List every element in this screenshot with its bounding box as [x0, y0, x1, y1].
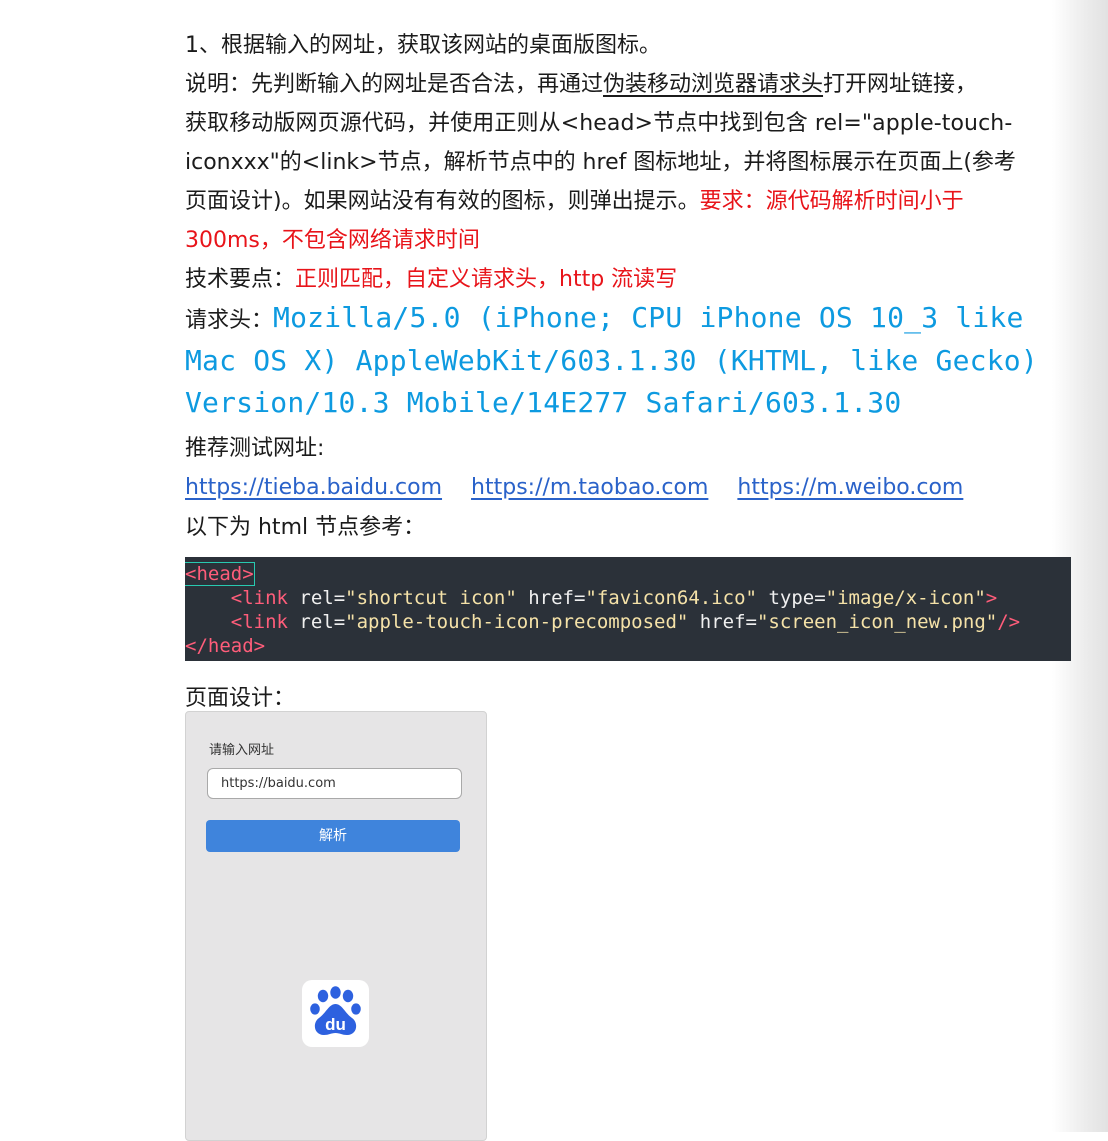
desc-line1-end: 打开网址链接， — [823, 72, 978, 97]
code-line-1: <head> — [185, 561, 255, 586]
test-url-taobao[interactable]: https://m.taobao.com — [471, 475, 708, 500]
ua-label: 请求头： — [185, 308, 274, 333]
description-line-1: 说明：先判断输入的网址是否合法，再通过伪装移动浏览器请求头打开网址链接， — [185, 65, 1071, 104]
ua-line-2: Mac OS X) AppleWebKit/603.1.30 (KHTML, l… — [185, 343, 1038, 377]
url-input[interactable]: https://baidu.com — [207, 768, 462, 799]
test-urls: https://tieba.baidu.com https://m.taobao… — [185, 468, 1071, 508]
tech-value: 正则匹配，自定义请求头，http 流读写 — [295, 267, 678, 292]
baidu-paw-svg: du — [310, 986, 361, 1035]
description-line-3: iconxxx"的<link>节点，解析节点中的 href 图标地址，并将图标展… — [185, 150, 1016, 175]
url-input-label: 请输入网址 — [209, 743, 275, 758]
desc-underlined-phrase: 伪装移动浏览器请求头 — [603, 72, 824, 97]
requirement-text: 要求：源代码解析时间小于 — [699, 189, 964, 214]
desc-line4-start: 页面设计)。如果网站没有有效的图标，则弹出提示。 — [185, 189, 700, 214]
test-url-tieba[interactable]: https://tieba.baidu.com — [185, 475, 442, 500]
baidu-paw-icon: du — [302, 980, 369, 1047]
phone-mockup: 请输入网址 https://baidu.com 解析 du — [185, 711, 487, 1141]
parse-button[interactable]: 解析 — [206, 820, 460, 852]
description-line-4: 页面设计)。如果网站没有有效的图标，则弹出提示。要求：源代码解析时间小于 — [185, 182, 1071, 221]
document-body: 1、根据输入的网址，获取该网站的桌面版图标。 说明：先判断输入的网址是否合法，再… — [185, 26, 1071, 718]
code-line-2: <link rel="shortcut icon" href="favicon6… — [230, 586, 998, 609]
code-line-4: </head> — [185, 634, 266, 657]
desc-prefix: 说明：先判断输入的网址是否合法，再通过 — [185, 72, 604, 97]
task-heading: 1、根据输入的网址，获取该网站的桌面版图标。 — [185, 33, 661, 58]
tech-label: 技术要点： — [185, 267, 296, 292]
ua-line-1: Mozilla/5.0 (iPhone; CPU iPhone OS 10_3 … — [273, 301, 1024, 334]
code-snippet: <head> <link rel="shortcut icon" href="f… — [185, 556, 1071, 661]
tech-points: 技术要点：正则匹配，自定义请求头，http 流读写 — [185, 260, 1071, 299]
test-urls-label: 推荐测试网址: — [185, 435, 325, 461]
ua-line-3: Version/10.3 Mobile/14E277 Safari/603.1.… — [185, 386, 902, 419]
code-line-3: <link rel="apple-touch-icon-precomposed"… — [230, 610, 1021, 633]
html-reference-label: 以下为 html 节点参考： — [185, 514, 426, 540]
baidu-du-text: du — [325, 1015, 346, 1034]
description-line-2: 获取移动版网页源代码，并使用正则从<head>节点中找到包含 rel="appl… — [185, 111, 1013, 136]
user-agent-block: 请求头：Mozilla/5.0 (iPhone; CPU iPhone OS 1… — [185, 299, 1071, 427]
test-url-weibo[interactable]: https://m.weibo.com — [737, 475, 963, 500]
description-line-5: 300ms，不包含网络请求时间 — [185, 228, 480, 253]
